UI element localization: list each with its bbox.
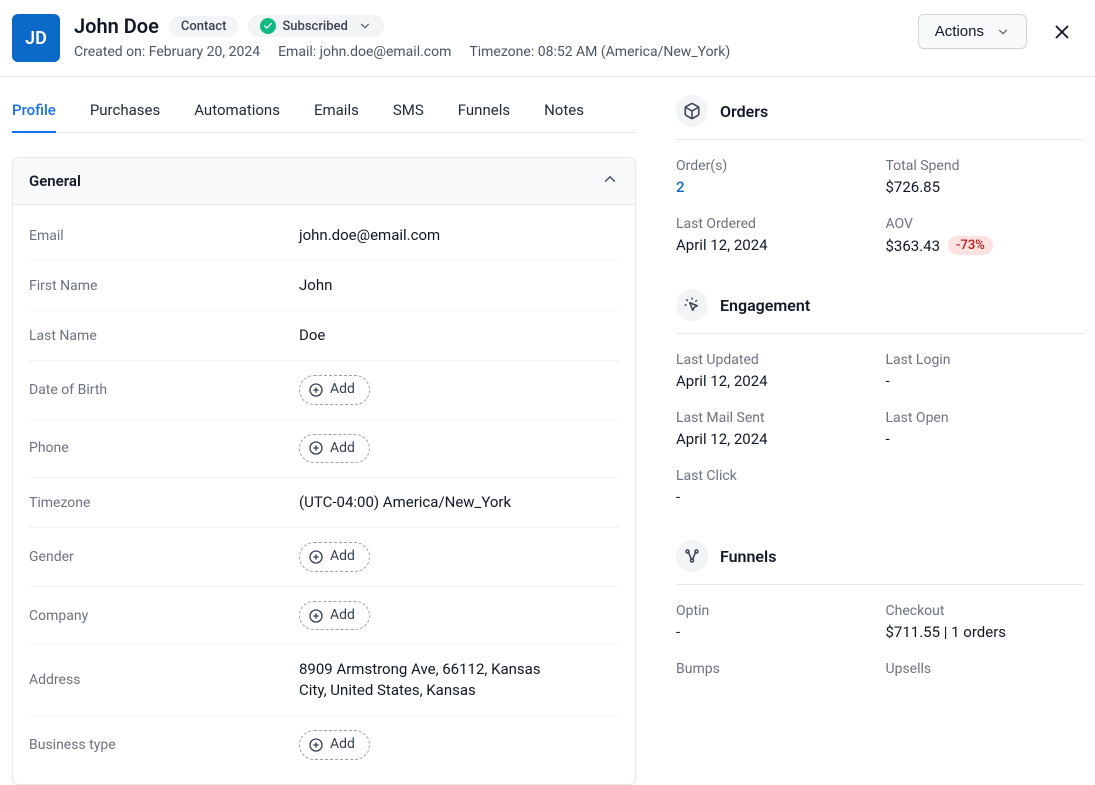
chevron-down-icon <box>358 19 372 33</box>
last-mail-value: April 12, 2024 <box>676 430 874 448</box>
field-address: Address 8909 Armstrong Ave, 66112, Kansa… <box>29 645 619 716</box>
funnels-title: Funnels <box>720 547 776 566</box>
orders-count-link[interactable]: 2 <box>676 178 874 196</box>
subscription-label: Subscribed <box>282 19 347 34</box>
checkout-label: Checkout <box>886 603 1084 619</box>
last-login-value: - <box>886 372 1084 390</box>
avatar: JD <box>12 14 60 62</box>
plus-circle-icon <box>308 382 324 398</box>
engagement-title: Engagement <box>720 296 810 315</box>
tabs: Profile Purchases Automations Emails SMS… <box>12 93 636 133</box>
last-mail-label: Last Mail Sent <box>676 410 874 426</box>
add-dob-button[interactable]: Add <box>299 375 370 405</box>
last-ordered-value: April 12, 2024 <box>676 236 874 254</box>
close-button[interactable] <box>1045 15 1079 49</box>
last-click-label: Last Click <box>676 468 874 484</box>
last-login-label: Last Login <box>886 352 1084 368</box>
created-meta: Created on: February 20, 2024 <box>74 44 260 60</box>
tab-emails[interactable]: Emails <box>314 93 359 132</box>
engagement-section: Engagement Last Updated April 12, 2024 L… <box>676 289 1083 506</box>
tab-sms[interactable]: SMS <box>393 93 424 132</box>
chevron-up-icon <box>601 170 619 192</box>
plus-circle-icon <box>308 440 324 456</box>
bumps-label: Bumps <box>676 661 874 677</box>
plus-circle-icon <box>308 608 324 624</box>
general-panel: General Email john.doe@email.com First N… <box>12 157 636 785</box>
field-first-name: First Name John <box>29 261 619 311</box>
total-spend-label: Total Spend <box>886 158 1084 174</box>
field-company: Company Add <box>29 587 619 646</box>
optin-value: - <box>676 623 874 641</box>
tab-notes[interactable]: Notes <box>544 93 584 132</box>
field-email: Email john.doe@email.com <box>29 211 619 261</box>
last-click-value: - <box>676 488 874 506</box>
last-open-label: Last Open <box>886 410 1084 426</box>
last-updated-value: April 12, 2024 <box>676 372 874 390</box>
aov-value: $363.43 <box>886 237 941 255</box>
tab-purchases[interactable]: Purchases <box>90 93 160 132</box>
field-last-name: Last Name Doe <box>29 311 619 361</box>
plus-circle-icon <box>308 549 324 565</box>
general-panel-header[interactable]: General <box>13 158 635 205</box>
timezone-meta: Timezone: 08:52 AM (America/New_York) <box>469 44 730 60</box>
check-circle-icon <box>260 18 276 34</box>
orders-count-label: Order(s) <box>676 158 874 174</box>
tab-automations[interactable]: Automations <box>194 93 280 132</box>
add-business-type-button[interactable]: Add <box>299 730 370 760</box>
add-gender-button[interactable]: Add <box>299 542 370 572</box>
tab-profile[interactable]: Profile <box>12 93 56 133</box>
last-updated-label: Last Updated <box>676 352 874 368</box>
funnels-section: Funnels Optin - Checkout $711.55 | 1 ord… <box>676 540 1083 681</box>
email-meta: Email: john.doe@email.com <box>278 44 451 60</box>
add-phone-button[interactable]: Add <box>299 434 370 464</box>
field-dob: Date of Birth Add <box>29 361 619 420</box>
contact-type-badge: Contact <box>169 16 239 37</box>
actions-button[interactable]: Actions <box>918 14 1027 49</box>
click-icon <box>676 289 708 321</box>
aov-label: AOV <box>886 216 1084 232</box>
box-icon <box>676 95 708 127</box>
field-phone: Phone Add <box>29 420 619 479</box>
checkout-value: $711.55 | 1 orders <box>886 623 1084 641</box>
last-ordered-label: Last Ordered <box>676 216 874 232</box>
page-header: JD John Doe Contact Subscribed Created o… <box>0 0 1095 77</box>
actions-label: Actions <box>935 23 984 40</box>
add-company-button[interactable]: Add <box>299 601 370 631</box>
field-gender: Gender Add <box>29 528 619 587</box>
optin-label: Optin <box>676 603 874 619</box>
orders-title: Orders <box>720 102 768 121</box>
chevron-down-icon <box>996 25 1010 39</box>
tab-funnels[interactable]: Funnels <box>458 93 510 132</box>
contact-name: John Doe <box>74 14 159 38</box>
upsells-label: Upsells <box>886 661 1084 677</box>
funnel-icon <box>676 540 708 572</box>
field-timezone: Timezone (UTC-04:00) America/New_York <box>29 478 619 528</box>
last-open-value: - <box>886 430 1084 448</box>
field-business-type: Business type Add <box>29 716 619 774</box>
total-spend-value: $726.85 <box>886 178 1084 196</box>
aov-delta-badge: -73% <box>948 236 993 255</box>
close-icon <box>1051 21 1073 43</box>
orders-section: Orders Order(s) 2 Total Spend $726.85 La… <box>676 95 1083 255</box>
panel-title: General <box>29 172 81 190</box>
subscription-status-dropdown[interactable]: Subscribed <box>248 15 383 37</box>
